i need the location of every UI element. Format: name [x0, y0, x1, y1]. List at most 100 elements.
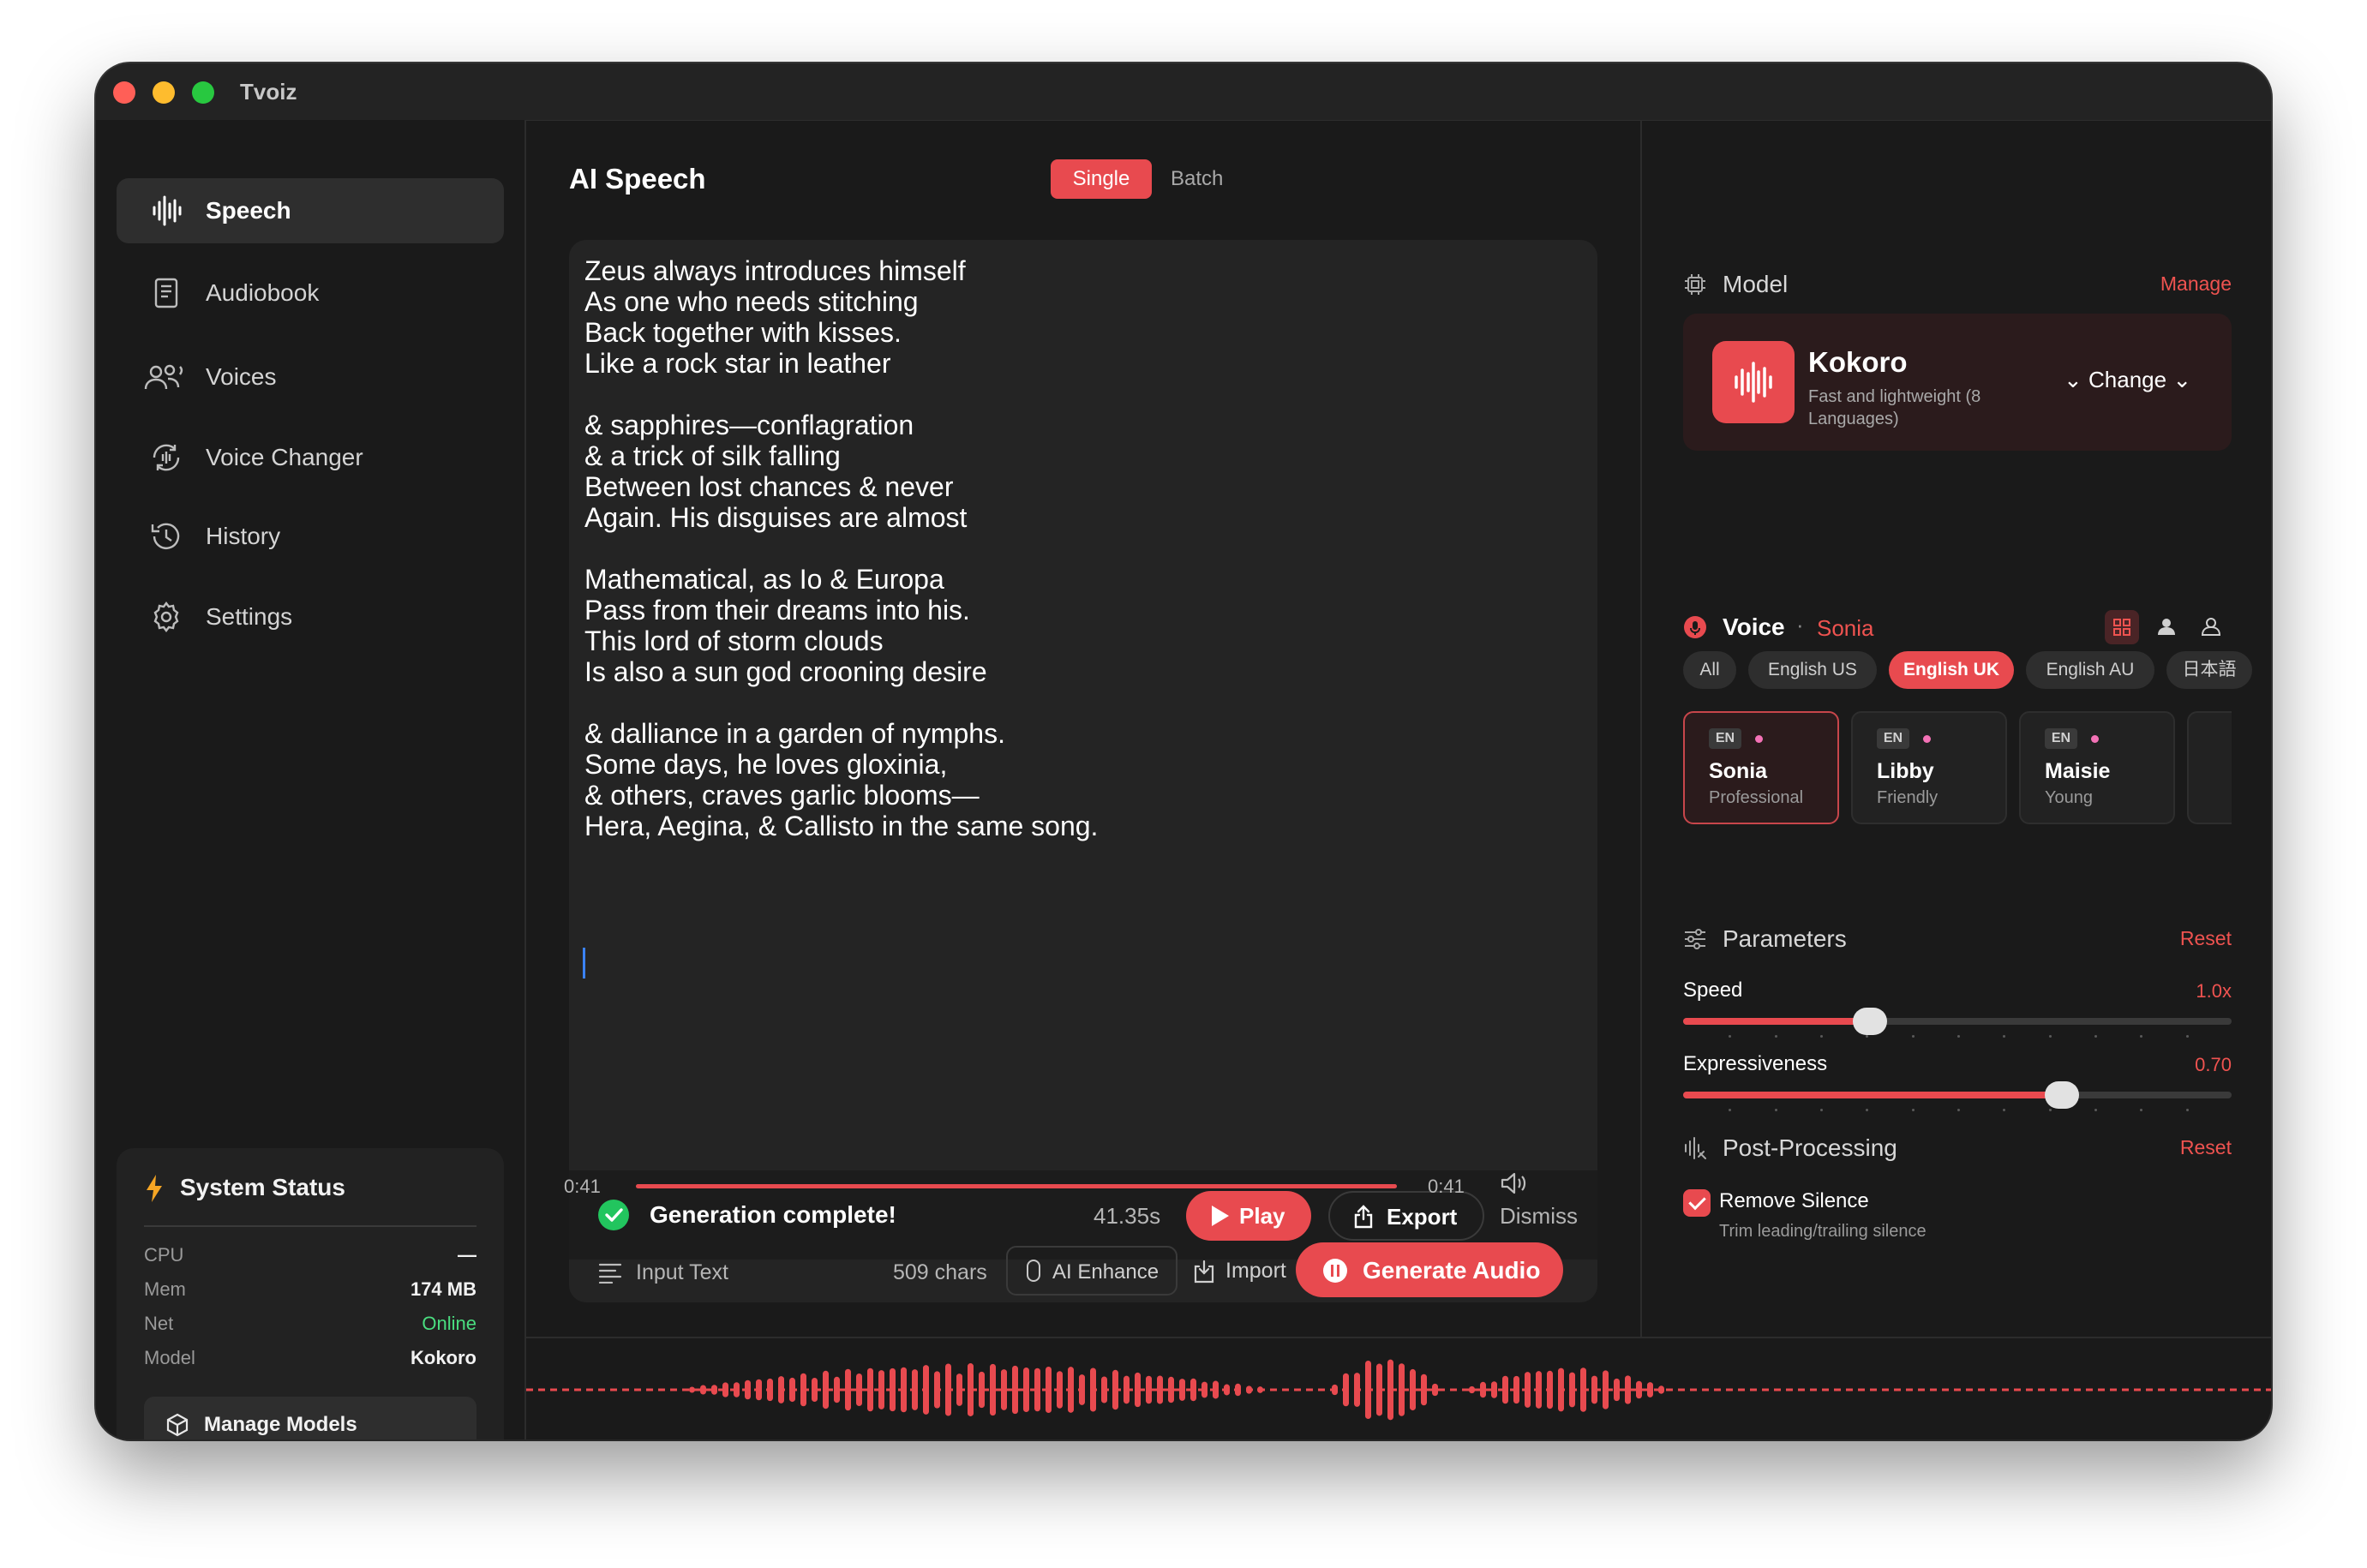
person-outline-button[interactable]	[2194, 610, 2228, 644]
status-key: CPU	[144, 1244, 184, 1266]
sidebar-item-voice-changer[interactable]: Voice Changer	[117, 425, 504, 490]
parameters-section-title: Parameters	[1723, 925, 1847, 952]
status-row-mem: Mem 174 MB	[144, 1278, 476, 1304]
dismiss-button[interactable]: Dismiss	[1500, 1203, 1578, 1230]
divider	[144, 1225, 476, 1227]
filter-chip-english-au[interactable]: English AU	[2026, 651, 2154, 689]
sidebar-item-settings[interactable]: Settings	[117, 584, 504, 649]
speed-slider-thumb[interactable]	[1852, 1008, 1887, 1035]
microphone-icon	[1027, 1260, 1040, 1282]
waveform-bar	[1625, 1375, 1631, 1404]
gear-icon	[153, 601, 179, 632]
filter-chip-english-us[interactable]: English US	[1748, 651, 1877, 689]
page-title: AI Speech	[569, 163, 706, 195]
speed-slider[interactable]	[1683, 1008, 2232, 1035]
waveform-bar	[1235, 1383, 1241, 1397]
voice-card-sonia[interactable]: EN Sonia Professional	[1683, 711, 1839, 824]
waveform-bar	[1079, 1374, 1085, 1405]
model-card[interactable]: Kokoro Fast and lightweight (8 Languages…	[1683, 314, 2232, 451]
waveform-bar	[923, 1365, 929, 1415]
mode-batch-tab[interactable]: Batch	[1171, 159, 1223, 199]
close-window-button[interactable]	[113, 81, 135, 104]
sidebar-item-label: Voices	[206, 363, 277, 390]
system-status-title: System Status	[180, 1174, 345, 1200]
import-icon[interactable]	[1193, 1260, 1215, 1284]
waveform-bar	[1146, 1375, 1152, 1404]
waveform-bar	[1569, 1372, 1575, 1408]
waveform-bar	[1257, 1386, 1263, 1393]
change-label: Change	[2088, 367, 2167, 392]
voice-card-libby[interactable]: EN Libby Friendly	[1851, 711, 2007, 824]
person-filled-button[interactable]	[2149, 610, 2184, 644]
post-processing-reset-button[interactable]: Reset	[2180, 1136, 2232, 1159]
cube-icon	[166, 1413, 189, 1437]
maximize-window-button[interactable]	[192, 81, 214, 104]
play-button[interactable]: Play	[1186, 1191, 1311, 1241]
voice-name: Maisie	[2045, 759, 2111, 783]
grid-view-button[interactable]	[2105, 610, 2139, 644]
voice-style: Professional	[1709, 788, 1804, 807]
voice-style: Young	[2045, 788, 2093, 807]
slider-tick	[2140, 1109, 2143, 1111]
title-bar: Tvoiz	[96, 63, 2271, 121]
import-button[interactable]: Import	[1225, 1259, 1286, 1284]
waveform-bar	[1135, 1372, 1141, 1408]
volume-icon[interactable]	[1500, 1170, 1527, 1196]
slider-tick	[1729, 1109, 1732, 1111]
filter-chip-japanese[interactable]: 日本語	[2166, 651, 2252, 689]
filter-chip-all[interactable]: All	[1683, 651, 1736, 689]
waveform-bar	[1658, 1385, 1664, 1394]
manage-model-link[interactable]: Manage	[2160, 272, 2232, 296]
speed-ticks	[1683, 1035, 2232, 1038]
voice-card-partial[interactable]	[2187, 711, 2232, 824]
sliders-icon	[1685, 929, 1705, 949]
status-key: Mem	[144, 1278, 186, 1300]
minimize-window-button[interactable]	[153, 81, 175, 104]
waveform-bar	[968, 1363, 974, 1416]
status-row-model: Model Kokoro	[144, 1347, 476, 1373]
waveform-bar	[1399, 1363, 1405, 1416]
generate-audio-label: Generate Audio	[1363, 1257, 1541, 1284]
waveform-bar	[1124, 1375, 1130, 1404]
remove-silence-checkbox[interactable]	[1683, 1189, 1711, 1217]
waveform-bar	[823, 1370, 829, 1409]
window-title: Tvoiz	[240, 79, 297, 105]
waveform-bar	[1343, 1373, 1349, 1407]
waveform-bar	[722, 1382, 728, 1397]
expressiveness-slider-thumb[interactable]	[2044, 1081, 2079, 1109]
input-text[interactable]: Zeus always introduces himself As one wh…	[584, 255, 1527, 841]
mode-single-tab[interactable]: Single	[1051, 159, 1152, 199]
generate-audio-button[interactable]: Generate Audio	[1296, 1242, 1563, 1297]
speed-value: 1.0x	[2196, 980, 2232, 1002]
sidebar-item-speech[interactable]: Speech	[117, 178, 504, 243]
ai-enhance-button[interactable]: AI Enhance	[1006, 1246, 1178, 1296]
waveform-bar	[834, 1376, 840, 1403]
generation-duration: 41.35s	[1094, 1203, 1161, 1229]
waveform-bar	[778, 1376, 784, 1403]
waveform-bar	[1432, 1383, 1438, 1397]
sidebar: Speech Audiobook Voices Voice Changer Hi…	[96, 120, 526, 1439]
text-lines-icon	[598, 1263, 622, 1284]
status-key: Model	[144, 1347, 195, 1368]
sidebar-item-audiobook[interactable]: Audiobook	[117, 260, 504, 326]
parameters-reset-button[interactable]: Reset	[2180, 927, 2232, 950]
change-model-button[interactable]: ⌄ Change ⌄	[2064, 367, 2191, 393]
voice-card-maisie[interactable]: EN Maisie Young	[2019, 711, 2175, 824]
slider-tick	[2003, 1109, 2006, 1111]
total-time: 0:41	[1428, 1176, 1465, 1197]
audio-process-icon	[1685, 1137, 1706, 1159]
playback-progress[interactable]	[636, 1184, 1397, 1188]
filter-chip-english-uk[interactable]: English UK	[1889, 651, 2014, 689]
waveform-bar	[1614, 1378, 1620, 1402]
sidebar-item-history[interactable]: History	[117, 504, 504, 569]
sidebar-item-voices[interactable]: Voices	[117, 344, 504, 410]
waveform-bar	[1591, 1375, 1597, 1404]
status-value: Online	[422, 1313, 476, 1334]
manage-models-button[interactable]: Manage Models	[144, 1397, 476, 1439]
status-value: 174 MB	[410, 1278, 476, 1300]
audio-waveform[interactable]	[526, 1337, 2271, 1439]
expressiveness-slider[interactable]	[1683, 1081, 2232, 1109]
person-icon	[2158, 619, 2175, 635]
export-button[interactable]: Export	[1328, 1191, 1484, 1241]
text-editor[interactable]: Zeus always introduces himself As one wh…	[569, 240, 1597, 1302]
